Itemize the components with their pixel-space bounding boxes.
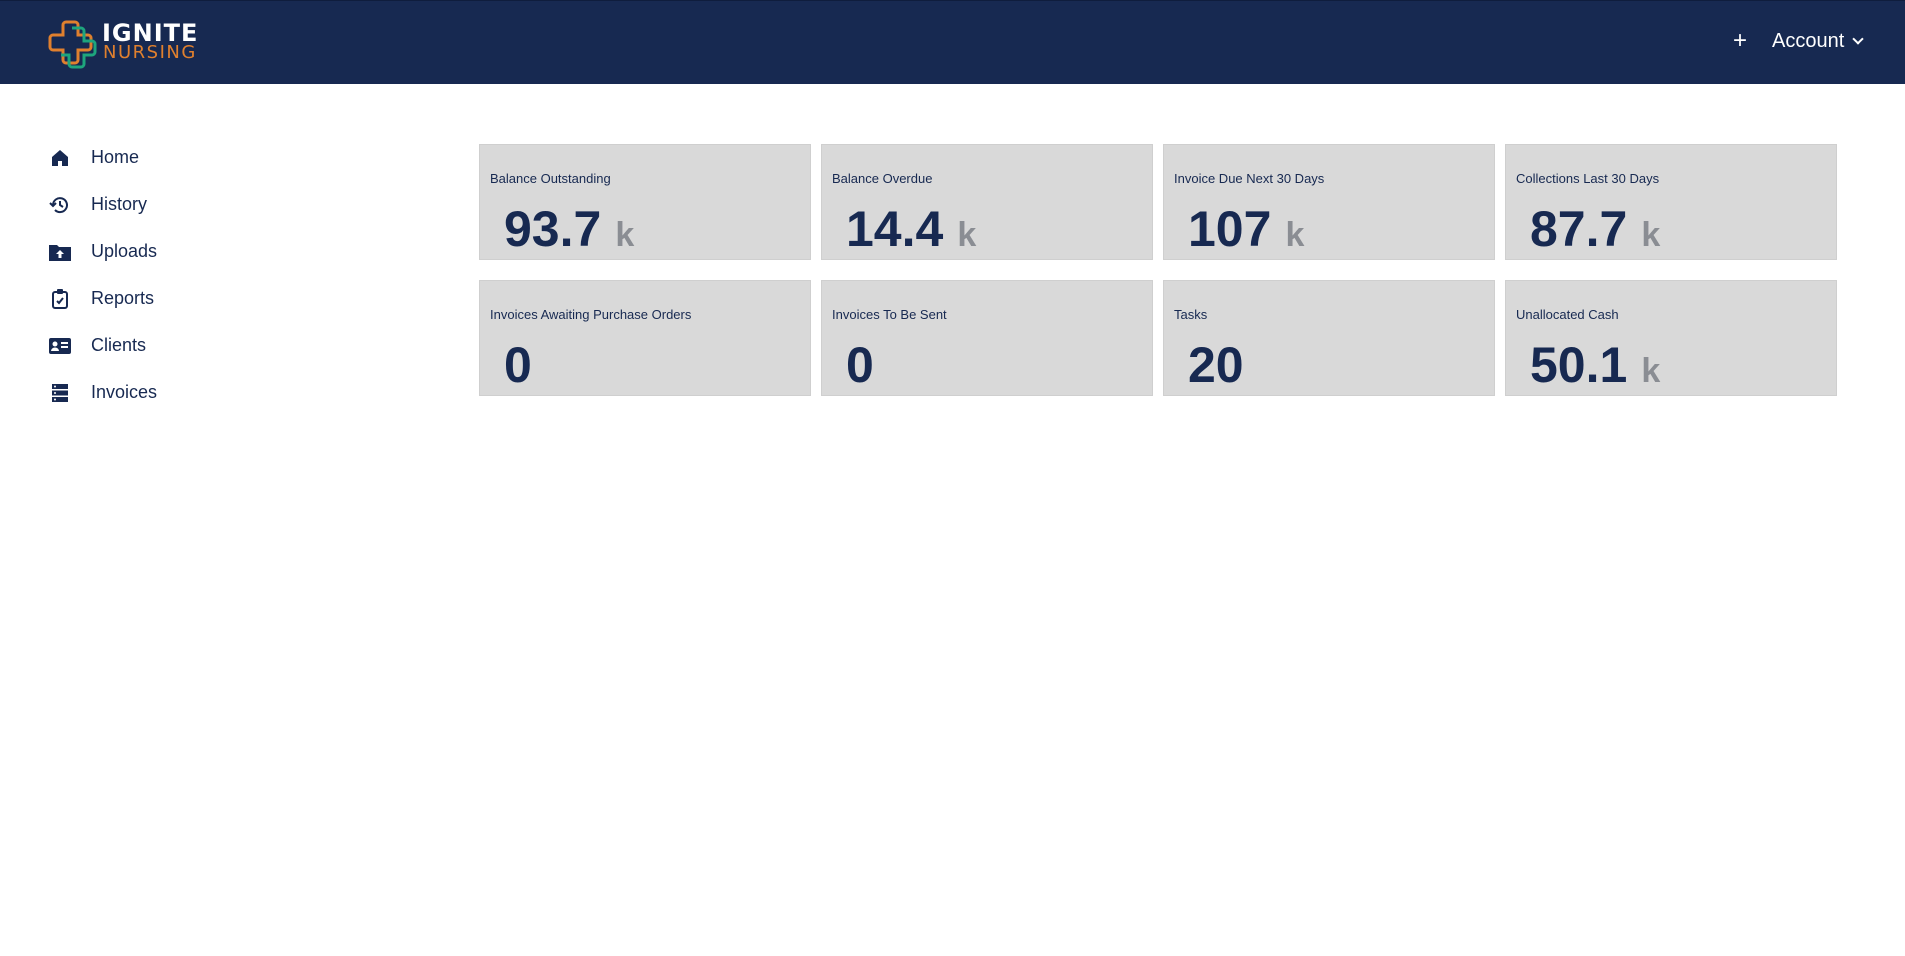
add-button[interactable]: + (1728, 25, 1752, 57)
card-value-wrap: 14.4 k (846, 201, 976, 263)
history-icon (47, 192, 73, 218)
card-title: Invoices Awaiting Purchase Orders (490, 307, 692, 322)
sidebar-item-label: Reports (91, 288, 155, 308)
card-value: 14.4 (846, 201, 944, 257)
card-title: Invoices To Be Sent (832, 307, 947, 322)
sidebar-item-label: Clients (91, 335, 147, 355)
folder-upload-icon (47, 239, 73, 265)
card-value-wrap: 93.7 k (504, 201, 634, 263)
account-label: Account (1772, 30, 1845, 52)
card-value-wrap: 107 k (1188, 201, 1304, 263)
sidebar-item-invoices[interactable]: Invoices (40, 369, 300, 416)
card-title: Balance Overdue (832, 171, 933, 186)
card-value-wrap: 50.1 k (1530, 337, 1660, 399)
card-invoices-awaiting-purchase-orders[interactable]: Invoices Awaiting Purchase Orders 0 (479, 280, 811, 396)
card-value: 107 (1188, 201, 1272, 257)
card-value: 87.7 (1530, 201, 1628, 257)
clipboard-icon (47, 286, 73, 312)
card-value: 50.1 (1530, 337, 1628, 393)
card-invoice-due-next-30-days[interactable]: Invoice Due Next 30 Days 107 k (1163, 144, 1495, 260)
card-value: 0 (504, 337, 532, 393)
card-unit: k (615, 216, 635, 254)
card-invoices-to-be-sent[interactable]: Invoices To Be Sent 0 (821, 280, 1153, 396)
card-value: 20 (1188, 337, 1244, 393)
top-navbar: IGNITE NURSING + Account (0, 0, 1905, 84)
sidebar-item-label: History (91, 194, 148, 214)
sidebar-item-clients[interactable]: Clients (40, 322, 300, 369)
card-value-wrap: 87.7 k (1530, 201, 1660, 263)
card-title: Invoice Due Next 30 Days (1174, 171, 1325, 186)
card-title: Unallocated Cash (1516, 307, 1619, 322)
id-card-icon (47, 333, 73, 359)
card-value: 0 (846, 337, 874, 393)
card-value-wrap: 20 (1188, 337, 1258, 399)
logo-word-nursing: NURSING (103, 42, 197, 63)
card-collections-last-30-days[interactable]: Collections Last 30 Days 87.7 k (1505, 144, 1837, 260)
sidebar-item-reports[interactable]: Reports (40, 275, 300, 322)
sidebar-nav: Home History Uploads Reports Clients Inv… (40, 134, 300, 416)
card-unit: k (957, 216, 977, 254)
sidebar-item-label: Invoices (91, 382, 158, 402)
sidebar-item-history[interactable]: History (40, 181, 300, 228)
card-title: Collections Last 30 Days (1516, 171, 1660, 186)
chevron-down-icon (1852, 33, 1864, 45)
sidebar-item-label: Uploads (91, 241, 158, 261)
card-value-wrap: 0 (846, 337, 888, 399)
card-value: 93.7 (504, 201, 602, 257)
card-title: Balance Outstanding (490, 171, 611, 186)
card-balance-outstanding[interactable]: Balance Outstanding 93.7 k (479, 144, 811, 260)
sidebar-item-label: Home (91, 147, 140, 167)
ignite-nursing-logo[interactable]: IGNITE NURSING (48, 18, 208, 70)
card-unit: k (1641, 352, 1661, 390)
server-list-icon (47, 380, 73, 406)
cross-logo-icon (48, 20, 97, 69)
home-icon (47, 145, 73, 171)
sidebar-item-home[interactable]: Home (40, 134, 300, 181)
card-tasks[interactable]: Tasks 20 (1163, 280, 1495, 396)
sidebar-item-uploads[interactable]: Uploads (40, 228, 300, 275)
card-balance-overdue[interactable]: Balance Overdue 14.4 k (821, 144, 1153, 260)
card-unit: k (1285, 216, 1305, 254)
card-unit: k (1641, 216, 1661, 254)
card-unallocated-cash[interactable]: Unallocated Cash 50.1 k (1505, 280, 1837, 396)
card-title: Tasks (1174, 307, 1208, 322)
account-menu-button[interactable]: Account (1772, 25, 1864, 57)
card-value-wrap: 0 (504, 337, 546, 399)
